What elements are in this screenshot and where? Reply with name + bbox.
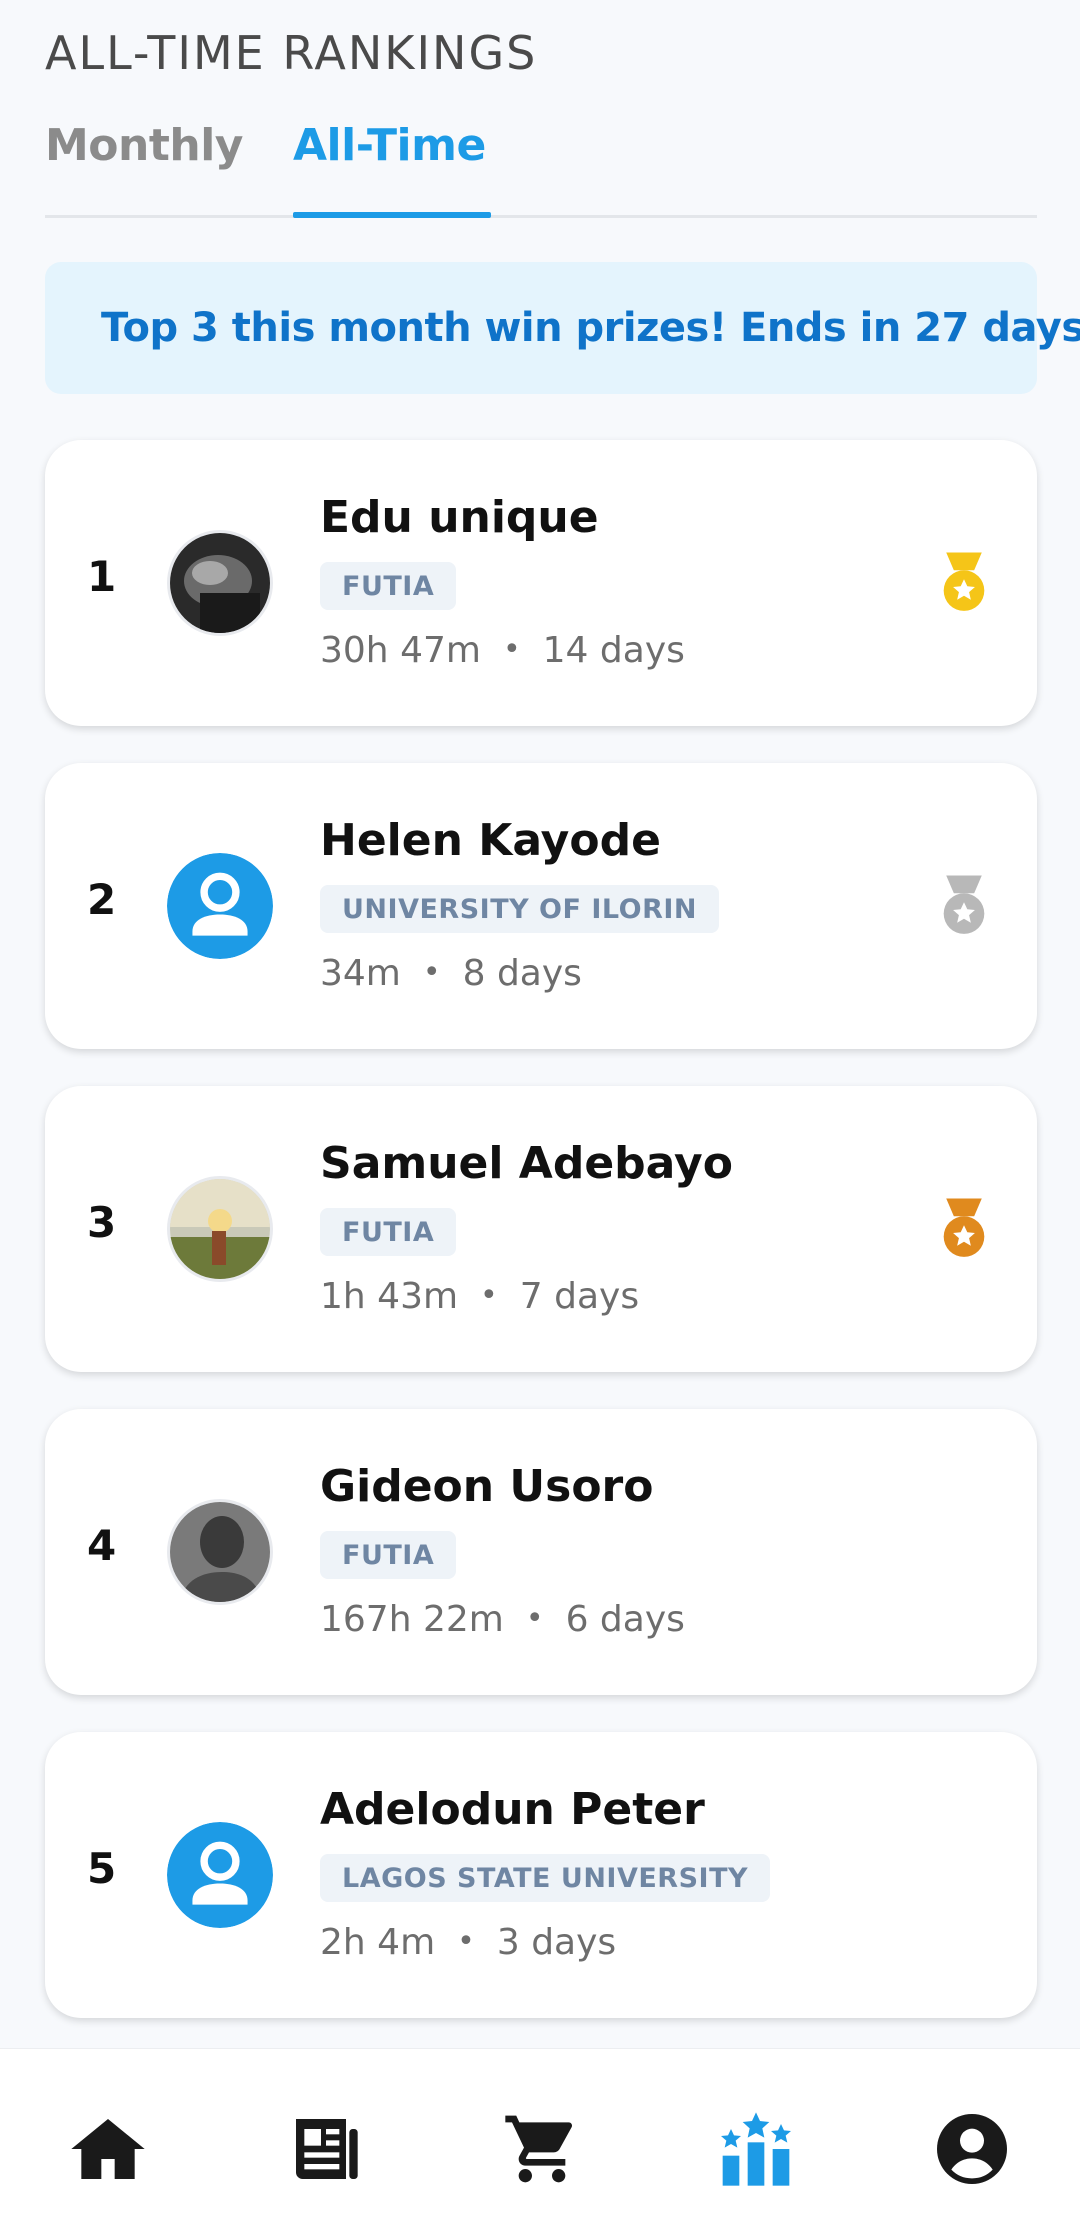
separator-dot: • bbox=[525, 1601, 544, 1636]
separator-dot: • bbox=[480, 1278, 498, 1313]
separator-dot: • bbox=[457, 1924, 475, 1959]
user-stats: 34m • 8 days bbox=[320, 953, 582, 994]
user-photo bbox=[170, 1179, 270, 1279]
leaderboard-card-1[interactable]: 1 Edu unique FUTIA 30h 47m • 14 days bbox=[45, 440, 1037, 726]
leaderboard-card-5[interactable]: 5 Adelodun Peter LAGOS STATE UNIVERSITY … bbox=[45, 1732, 1037, 2018]
default-user-icon bbox=[167, 1822, 273, 1928]
school-badge: FUTIA bbox=[320, 1531, 457, 1579]
leaderboard-card-3[interactable]: 3 Samuel Adebayo FUTIA 1h 43m • 7 days bbox=[45, 1086, 1037, 1372]
study-time: 30h 47m bbox=[320, 630, 481, 671]
avatar bbox=[167, 1176, 273, 1282]
user-photo bbox=[170, 1502, 270, 1602]
school-badge: UNIVERSITY OF ILORIN bbox=[320, 885, 720, 933]
avatar bbox=[167, 530, 273, 636]
separator-dot: • bbox=[502, 632, 521, 667]
nav-shop[interactable] bbox=[502, 2109, 582, 2189]
leaderboard-card-4[interactable]: 4 Gideon Usoro FUTIA 167h 22m • 6 days bbox=[45, 1409, 1037, 1695]
ranking-tabs: Monthly All-Time bbox=[45, 112, 1037, 218]
rank-number: 4 bbox=[87, 1521, 117, 1570]
active-tab-indicator bbox=[293, 212, 491, 218]
user-stats: 2h 4m • 3 days bbox=[320, 1922, 616, 1963]
streak-days: 6 days bbox=[565, 1599, 685, 1640]
leaderboard-screen: ALL-TIME RANKINGS Monthly All-Time Top 3… bbox=[0, 0, 1080, 2238]
streak-days: 8 days bbox=[462, 953, 582, 994]
bottom-nav bbox=[0, 2048, 1080, 2238]
user-name: Adelodun Peter bbox=[320, 1784, 705, 1835]
tab-all-time[interactable]: All-Time bbox=[293, 120, 486, 171]
leaderboard-card-2[interactable]: 2 Helen Kayode UNIVERSITY OF ILORIN 34m •… bbox=[45, 763, 1037, 1049]
silver-medal-icon bbox=[943, 875, 985, 934]
user-name: Edu unique bbox=[320, 492, 599, 543]
streak-days: 3 days bbox=[496, 1922, 617, 1963]
user-name: Samuel Adebayo bbox=[320, 1138, 733, 1189]
user-stats: 30h 47m • 14 days bbox=[320, 630, 685, 671]
nav-home[interactable] bbox=[68, 2109, 148, 2189]
nav-leaderboard[interactable] bbox=[716, 2109, 796, 2189]
nav-account[interactable] bbox=[932, 2109, 1012, 2189]
nav-news[interactable] bbox=[286, 2109, 366, 2189]
page-title: ALL-TIME RANKINGS bbox=[45, 26, 538, 80]
rank-number: 3 bbox=[87, 1198, 117, 1247]
account-icon bbox=[937, 2114, 1007, 2184]
study-time: 1h 43m bbox=[320, 1276, 459, 1317]
cart-icon bbox=[505, 2115, 573, 2183]
user-name: Helen Kayode bbox=[320, 815, 661, 866]
streak-days: 14 days bbox=[542, 630, 685, 671]
prize-banner: Top 3 this month win prizes! Ends in 27 … bbox=[45, 262, 1080, 394]
default-user-icon bbox=[167, 853, 273, 959]
school-badge: FUTIA bbox=[320, 562, 457, 610]
school-badge: LAGOS STATE UNIVERSITY bbox=[320, 1854, 771, 1902]
home-icon bbox=[71, 2119, 145, 2179]
avatar bbox=[167, 1499, 273, 1605]
user-stats: 167h 22m • 6 days bbox=[320, 1599, 685, 1640]
study-time: 34m bbox=[320, 953, 401, 994]
bronze-medal-icon bbox=[943, 1198, 985, 1257]
user-stats: 1h 43m • 7 days bbox=[320, 1276, 639, 1317]
study-time: 167h 22m bbox=[320, 1599, 504, 1640]
avatar bbox=[167, 1822, 273, 1928]
separator-dot: • bbox=[422, 955, 441, 990]
rank-number: 2 bbox=[87, 875, 117, 924]
rank-number: 5 bbox=[87, 1844, 117, 1893]
rank-number: 1 bbox=[87, 552, 117, 601]
user-photo bbox=[170, 533, 270, 633]
avatar bbox=[167, 853, 273, 959]
tab-monthly[interactable]: Monthly bbox=[45, 120, 243, 171]
streak-days: 7 days bbox=[519, 1276, 640, 1317]
school-badge: FUTIA bbox=[320, 1208, 457, 1256]
news-icon bbox=[296, 2119, 358, 2179]
study-time: 2h 4m bbox=[320, 1922, 436, 1963]
gold-medal-icon bbox=[943, 552, 985, 611]
user-name: Gideon Usoro bbox=[320, 1461, 654, 1512]
prize-banner-text: Top 3 this month win prizes! Ends in 27 … bbox=[101, 305, 1080, 351]
leaderboard-icon bbox=[721, 2112, 791, 2186]
